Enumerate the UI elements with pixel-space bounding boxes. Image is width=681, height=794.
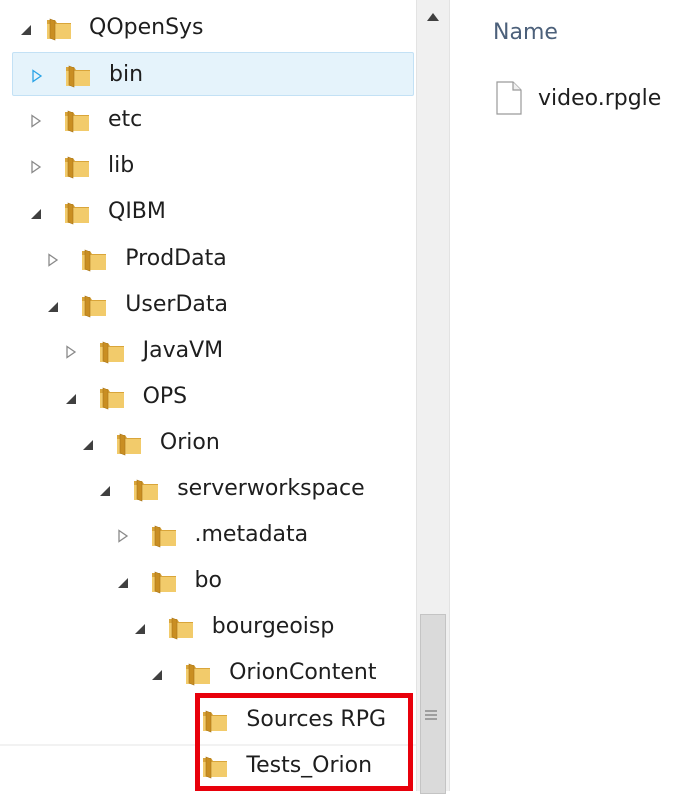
expanded-arrow-icon[interactable] <box>99 482 111 496</box>
tree-item-label: bin <box>109 62 144 88</box>
tree-item-label: Tests_Orion <box>246 752 373 778</box>
folder-icon <box>62 109 92 133</box>
tree-item-label: bourgeoisp <box>211 614 335 640</box>
navigation-pane: QOpenSys bin etc lib QIBM ProdData UserData Jav… <box>0 0 416 791</box>
folder-icon <box>166 616 196 640</box>
folder-icon <box>114 432 144 456</box>
tree-item-label: etc <box>108 107 143 133</box>
expanded-arrow-icon[interactable] <box>151 666 163 681</box>
tree-item[interactable]: lib <box>0 144 416 188</box>
folder-icon <box>183 662 213 686</box>
folder-icon <box>62 155 92 179</box>
scrollbar-thumb[interactable] <box>420 614 446 794</box>
folder-icon <box>97 340 127 364</box>
folder-icon <box>149 570 179 594</box>
collapsed-arrow-icon[interactable] <box>31 68 43 83</box>
scroll-up-arrow-icon[interactable] <box>426 12 440 22</box>
folder-icon <box>131 478 161 502</box>
tree-item[interactable]: serverworkspace <box>0 467 416 511</box>
tree-item-label: lib <box>108 153 135 179</box>
tree-item-label: JavaVM <box>142 337 224 363</box>
tree-item[interactable]: Orion <box>0 421 416 465</box>
tree-item[interactable]: QOpenSys <box>0 6 416 50</box>
collapsed-arrow-icon[interactable] <box>65 344 77 359</box>
tree-item[interactable]: OrionContent <box>0 651 416 695</box>
folder-icon <box>149 524 179 548</box>
divider <box>0 744 416 746</box>
tree-item-label: .metadata <box>194 522 309 548</box>
column-header-name[interactable]: Name <box>493 20 558 46</box>
folder-icon <box>62 201 92 225</box>
expanded-arrow-icon[interactable] <box>65 390 77 404</box>
collapsed-arrow-icon[interactable] <box>117 528 129 543</box>
tree-item-label: Orion <box>159 429 220 455</box>
tree-item[interactable]: Sources RPG <box>0 698 416 742</box>
tree-item-label: QIBM <box>108 199 166 225</box>
folder-icon <box>200 755 230 779</box>
tree-item-label: ProdData <box>125 245 227 271</box>
tree-item[interactable]: QIBM <box>0 190 416 234</box>
folder-icon <box>79 294 109 318</box>
tree-item-label: OPS <box>142 383 188 409</box>
file-item[interactable]: video.rpgle <box>496 81 681 117</box>
folder-icon <box>79 248 109 272</box>
tree-item[interactable]: JavaVM <box>0 329 416 373</box>
folder-icon <box>63 64 93 88</box>
vertical-scrollbar[interactable] <box>416 0 450 794</box>
expanded-arrow-icon[interactable] <box>134 620 146 635</box>
folder-icon <box>200 709 230 733</box>
file-icon <box>496 81 522 115</box>
tree-item-label: OrionContent <box>229 660 377 686</box>
tree-item[interactable]: .metadata <box>0 513 416 557</box>
collapsed-arrow-icon[interactable] <box>47 252 59 267</box>
tree-item-label: serverworkspace <box>177 476 365 501</box>
grip-icon <box>425 710 437 720</box>
expanded-arrow-icon[interactable] <box>82 436 94 450</box>
tree-item-label: UserData <box>125 291 228 317</box>
file-name: video.rpgle <box>538 86 662 111</box>
tree-item[interactable]: bin <box>12 52 414 97</box>
tree-item-label: Sources RPG <box>246 706 387 732</box>
tree-item[interactable]: etc <box>0 98 416 142</box>
folder-icon <box>44 17 74 41</box>
tree-item[interactable]: UserData <box>0 283 416 327</box>
file-list-pane: Name video.rpgle <box>450 0 681 791</box>
tree-item[interactable]: OPS <box>0 375 416 419</box>
expanded-arrow-icon[interactable] <box>117 574 129 589</box>
tree-item[interactable]: Tests_Orion <box>0 744 416 788</box>
tree-item[interactable]: bourgeoisp <box>0 605 416 649</box>
folder-icon <box>97 386 127 410</box>
expanded-arrow-icon[interactable] <box>20 21 32 35</box>
expanded-arrow-icon[interactable] <box>30 205 42 220</box>
expanded-arrow-icon[interactable] <box>47 298 59 312</box>
collapsed-arrow-icon[interactable] <box>30 159 42 175</box>
tree-item[interactable]: bo <box>0 559 416 603</box>
tree-item[interactable]: ProdData <box>0 237 416 281</box>
collapsed-arrow-icon[interactable] <box>30 113 42 128</box>
tree-item-label: QOpenSys <box>89 15 204 40</box>
tree-item-label: bo <box>194 568 222 594</box>
